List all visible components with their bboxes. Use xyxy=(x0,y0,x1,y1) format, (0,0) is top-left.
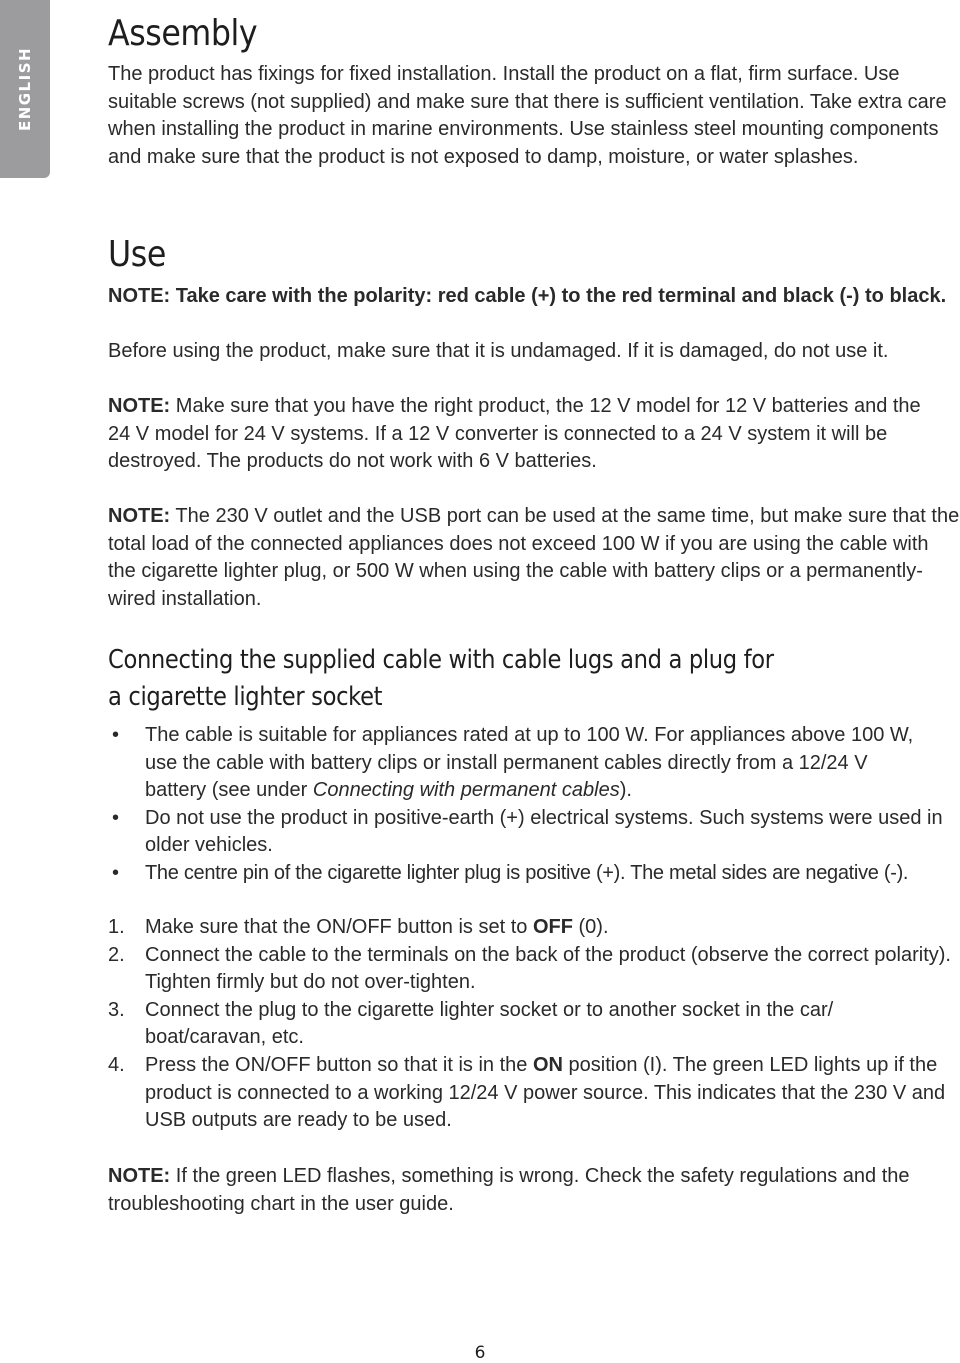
assembly-body: The product has fixings for fixed instal… xyxy=(108,63,947,168)
language-tab-label: ENGLISH xyxy=(16,46,34,132)
polarity-note: NOTE: Take care with the polarity: red c… xyxy=(108,285,947,307)
step-number: 2. xyxy=(108,943,125,966)
bullet-marker: • xyxy=(112,806,120,829)
use-heading: Use xyxy=(108,234,166,275)
step-number: 4. xyxy=(108,1053,125,1076)
step-item: 2. Connect the cable to the terminals on… xyxy=(108,943,951,994)
connecting-steps: 1. Make sure that the ON/OFF button is s… xyxy=(108,914,960,1135)
bullet-item: • Do not use the product in positive-ear… xyxy=(112,806,943,857)
load-note: NOTE: The 230 V outlet and the USB port … xyxy=(108,503,960,613)
connecting-section: Connecting the supplied cable with cable… xyxy=(108,642,873,716)
bullet-marker: • xyxy=(112,861,119,884)
step-item: 1. Make sure that the ON/OFF button is s… xyxy=(108,914,960,942)
bullet-item: • The cable is suitable for appliances r… xyxy=(112,724,914,802)
step-item: 4. Press the ON/OFF button so that it is… xyxy=(108,1053,946,1132)
step-number: 3. xyxy=(108,998,125,1021)
step-item: 3. Connect the plug to the cigarette lig… xyxy=(108,998,834,1049)
led-note-text: If the green LED flashes, something is w… xyxy=(108,1165,910,1215)
page-number: 6 xyxy=(474,1343,486,1363)
load-note-text: The 230 V outlet and the USB port can be… xyxy=(108,505,960,610)
connecting-heading-line2: a cigarette lighter socket xyxy=(108,682,383,712)
language-tab: ENGLISH xyxy=(0,0,50,178)
note-label: NOTE: xyxy=(108,395,171,417)
bullet-item: • The centre pin of the cigarette lighte… xyxy=(108,860,960,888)
assembly-section: Assembly xyxy=(108,12,278,56)
use-section: Use xyxy=(108,233,174,277)
step-number: 1. xyxy=(108,916,125,938)
assembly-heading: Assembly xyxy=(108,13,258,54)
bullet-marker: • xyxy=(112,724,120,746)
model-note: NOTE: Make sure that you have the right … xyxy=(108,393,948,476)
connecting-heading-line1: Connecting the supplied cable with cable… xyxy=(108,645,774,675)
connecting-bullets: • The cable is suitable for appliances r… xyxy=(108,722,960,888)
note-label: NOTE: xyxy=(108,1165,171,1187)
note-label: NOTE: xyxy=(108,505,171,527)
model-note-text: Make sure that you have the right produc… xyxy=(108,395,921,473)
inspect-text: Before using the product, make sure that… xyxy=(108,340,889,362)
led-note: NOTE: If the green LED flashes, somethin… xyxy=(108,1163,938,1218)
